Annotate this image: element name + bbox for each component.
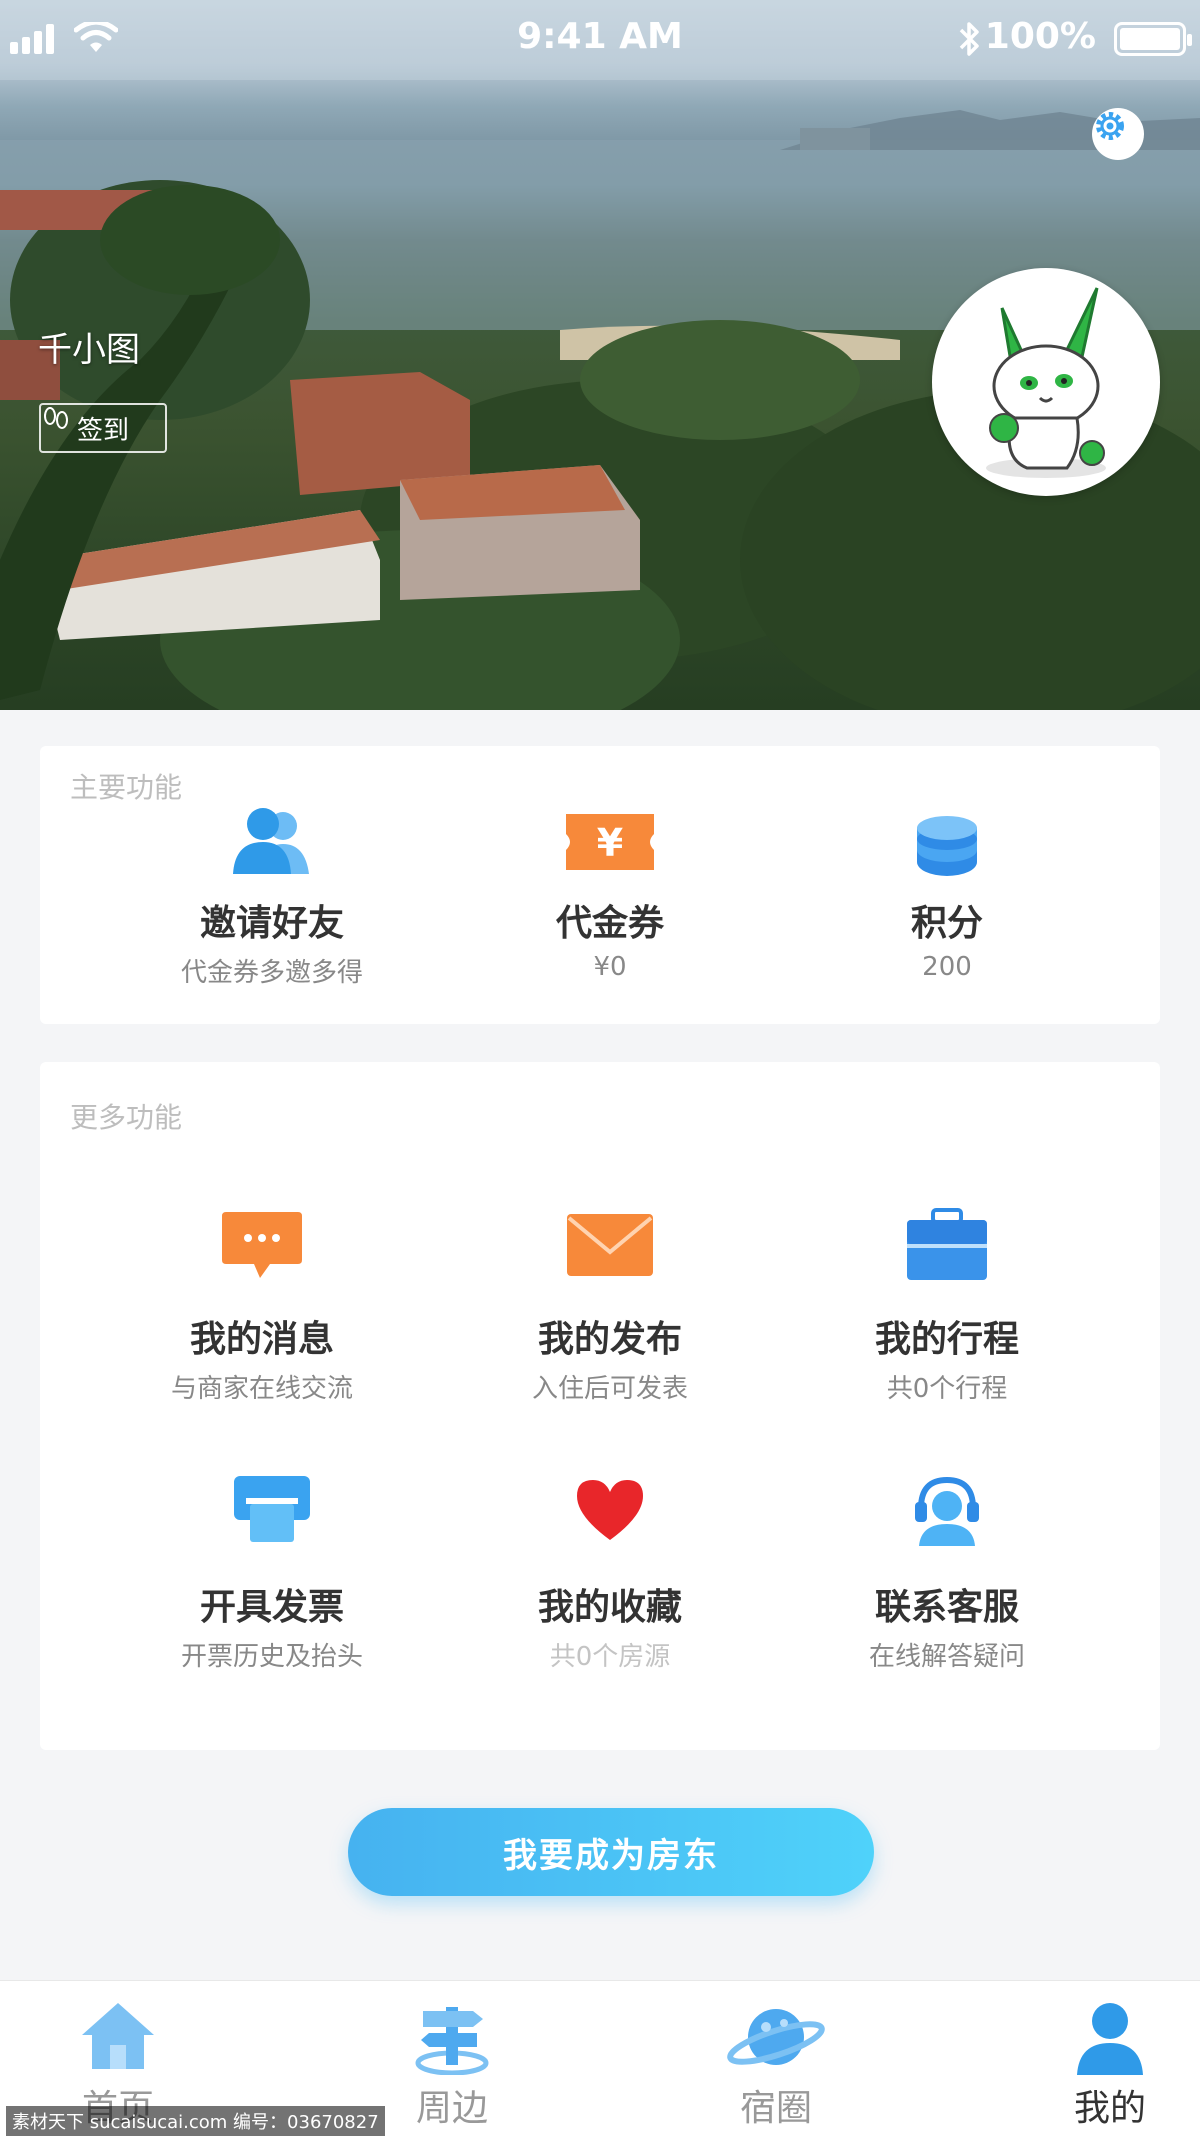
watermark: 素材天下 sucaisucai.com 编号：03670827	[6, 2106, 385, 2136]
points-sub: 200	[922, 952, 972, 982]
users-icon	[233, 808, 309, 874]
my-favorites-item[interactable]: 我的收藏 共0个房源	[440, 1470, 780, 1710]
tab-mine-label: 我的	[1073, 2088, 1146, 2129]
my-favorites-label: 我的收藏	[537, 1587, 682, 1628]
my-messages-sub: 与商家在线交流	[170, 1374, 353, 1404]
invoice-item[interactable]: 开具发票 开票历史及抬头	[102, 1470, 442, 1710]
message-icon	[222, 1212, 302, 1278]
signin-button[interactable]: 签到	[39, 403, 167, 453]
my-messages-label: 我的消息	[189, 1319, 334, 1360]
tab-community[interactable]: 宿圈	[676, 1981, 876, 2143]
points-icon	[917, 816, 977, 876]
planet-icon	[727, 2009, 825, 2065]
coupon-icon: ¥	[566, 814, 654, 870]
tab-community-label: 宿圈	[739, 2088, 812, 2129]
avatar[interactable]	[932, 268, 1160, 496]
coupon-sub: ¥0	[593, 952, 627, 982]
battery-percentage: 100%	[984, 16, 1096, 57]
settings-button[interactable]	[1092, 108, 1144, 160]
heart-icon	[577, 1480, 643, 1540]
signpost-icon	[415, 2007, 489, 2075]
headset-icon	[915, 1476, 979, 1546]
svg-text:¥: ¥	[597, 821, 623, 865]
suitcase-icon	[907, 1208, 987, 1280]
invite-friends-label: 邀请好友	[199, 903, 344, 944]
my-posts-sub: 入住后可发表	[531, 1374, 688, 1404]
invoice-label: 开具发票	[199, 1587, 344, 1628]
footprints-icon	[44, 407, 68, 429]
more-features-title: 更多功能	[70, 1101, 183, 1134]
coupon-label: 代金券	[555, 903, 664, 944]
rabbit-avatar-illustration	[986, 287, 1106, 478]
coupon-item[interactable]: ¥ 代金券 ¥0	[440, 746, 780, 1024]
user-icon	[1077, 2003, 1143, 2075]
become-host-button[interactable]: 我要成为房东	[348, 1808, 874, 1896]
customer-service-item[interactable]: 联系客服 在线解答疑问	[777, 1470, 1117, 1710]
gear-icon	[1096, 112, 1124, 140]
my-posts-item[interactable]: 我的发布 入住后可发表	[440, 1202, 780, 1442]
invite-friends-item[interactable]: 邀请好友 代金券多邀多得	[102, 746, 442, 1024]
invite-friends-sub: 代金券多邀多得	[180, 958, 363, 988]
my-trips-item[interactable]: 我的行程 共0个行程	[777, 1202, 1117, 1442]
my-messages-item[interactable]: 我的消息 与商家在线交流	[92, 1202, 432, 1442]
main-features-card: 主要功能 邀请好友 代金券多邀多得 ¥ 代金券 ¥0 积分 200	[40, 746, 1160, 1024]
battery-icon	[1114, 22, 1192, 56]
bluetooth-icon	[959, 22, 979, 56]
username: 千小图	[38, 330, 140, 370]
signin-label: 签到	[76, 415, 129, 446]
customer-service-sub: 在线解答疑问	[868, 1642, 1025, 1672]
printer-icon	[234, 1476, 310, 1542]
my-trips-sub: 共0个行程	[886, 1374, 1008, 1404]
points-item[interactable]: 积分 200	[777, 746, 1117, 1024]
status-bar: 9:41 AM 100%	[0, 0, 1200, 76]
profile-header: 9:41 AM 100% 千小图 签到	[0, 0, 1200, 710]
tab-mine[interactable]: 我的	[1010, 1981, 1200, 2143]
home-icon	[82, 2003, 154, 2069]
more-features-card: 更多功能 我的消息 与商家在线交流 我的发布 入住后可发表 我的行程 共0个行程	[40, 1062, 1160, 1750]
invoice-sub: 开票历史及抬头	[180, 1642, 363, 1672]
customer-service-label: 联系客服	[874, 1587, 1019, 1628]
envelope-icon	[567, 1214, 653, 1276]
points-label: 积分	[910, 903, 983, 944]
my-posts-label: 我的发布	[537, 1319, 682, 1360]
my-trips-label: 我的行程	[874, 1319, 1019, 1360]
my-favorites-sub: 共0个房源	[549, 1642, 671, 1672]
